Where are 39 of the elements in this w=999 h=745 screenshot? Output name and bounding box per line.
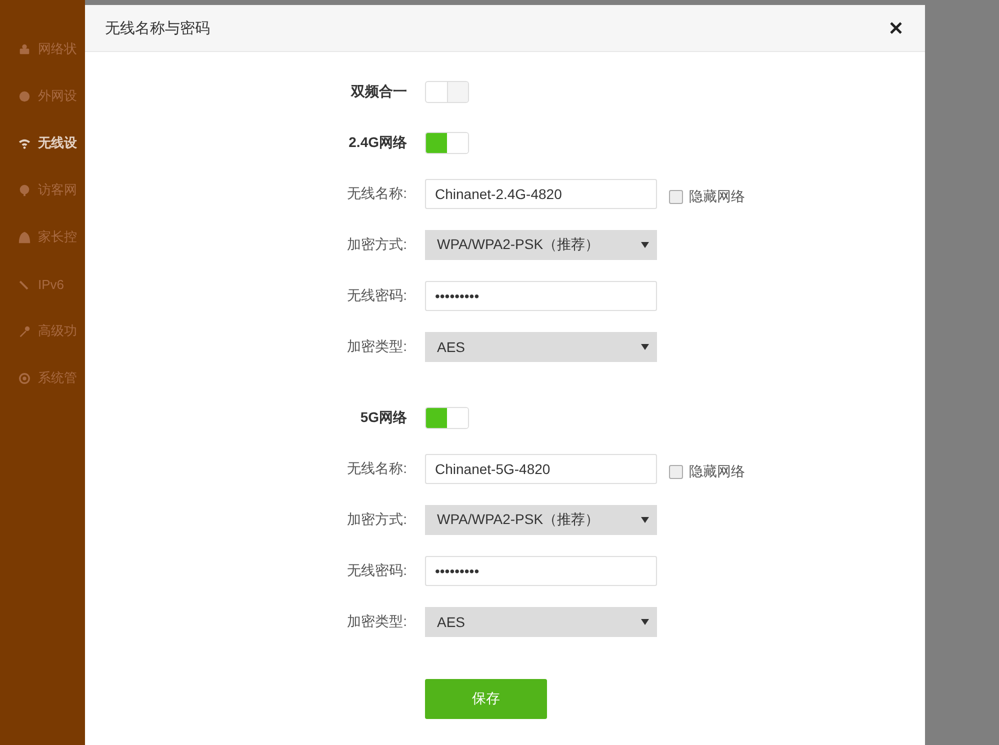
toggle-label: 5G网络 [359, 409, 408, 427]
checkbox-label: 隐藏网络 [689, 463, 745, 481]
toggle-label: 双频合一 [350, 83, 408, 101]
field-label: 无线名称: [346, 185, 408, 203]
field-label: 无线密码: [346, 562, 408, 580]
globe-icon [18, 90, 31, 102]
caret-icon [641, 619, 649, 625]
toggle-switch[interactable] [425, 132, 469, 154]
dome-icon [18, 230, 31, 244]
dropdown[interactable]: WPA/WPA2-PSK（推荐） [425, 230, 657, 260]
wifi-icon [18, 136, 31, 150]
dialog-title: 无线名称与密码 [105, 18, 210, 38]
gear-icon [18, 372, 31, 384]
input-field[interactable]: ••••••••• [425, 281, 657, 311]
input-field[interactable]: Chinanet-5G-4820 [425, 454, 657, 484]
caret-icon [641, 517, 649, 523]
field-label: 无线密码: [346, 287, 408, 305]
close-icon [889, 21, 903, 35]
field-label: 加密类型: [346, 338, 408, 356]
input-field[interactable]: Chinanet-2.4G-4820 [425, 179, 657, 209]
toggle-switch[interactable] [425, 407, 469, 429]
dropdown[interactable]: AES [425, 332, 657, 362]
dropdown[interactable]: WPA/WPA2-PSK（推荐） [425, 505, 657, 535]
checkbox[interactable] [669, 190, 683, 204]
dropdown[interactable]: AES [425, 607, 657, 637]
tool-icon [18, 324, 31, 338]
toggle-label: 2.4G网络 [348, 134, 408, 152]
field-label: 加密方式: [346, 511, 408, 529]
sidebar-item[interactable]: 无线设 [0, 130, 85, 156]
field-label: 加密方式: [346, 236, 408, 254]
caret-icon [641, 344, 649, 350]
checkbox-label: 隐藏网络 [689, 188, 745, 206]
field-label: 无线名称: [346, 460, 408, 478]
field-label: 加密类型: [346, 613, 408, 631]
caret-icon [641, 242, 649, 248]
monitor-icon [18, 42, 31, 56]
input-field[interactable]: ••••••••• [425, 556, 657, 586]
checkbox[interactable] [669, 465, 683, 479]
toggle-switch[interactable] [425, 81, 469, 103]
